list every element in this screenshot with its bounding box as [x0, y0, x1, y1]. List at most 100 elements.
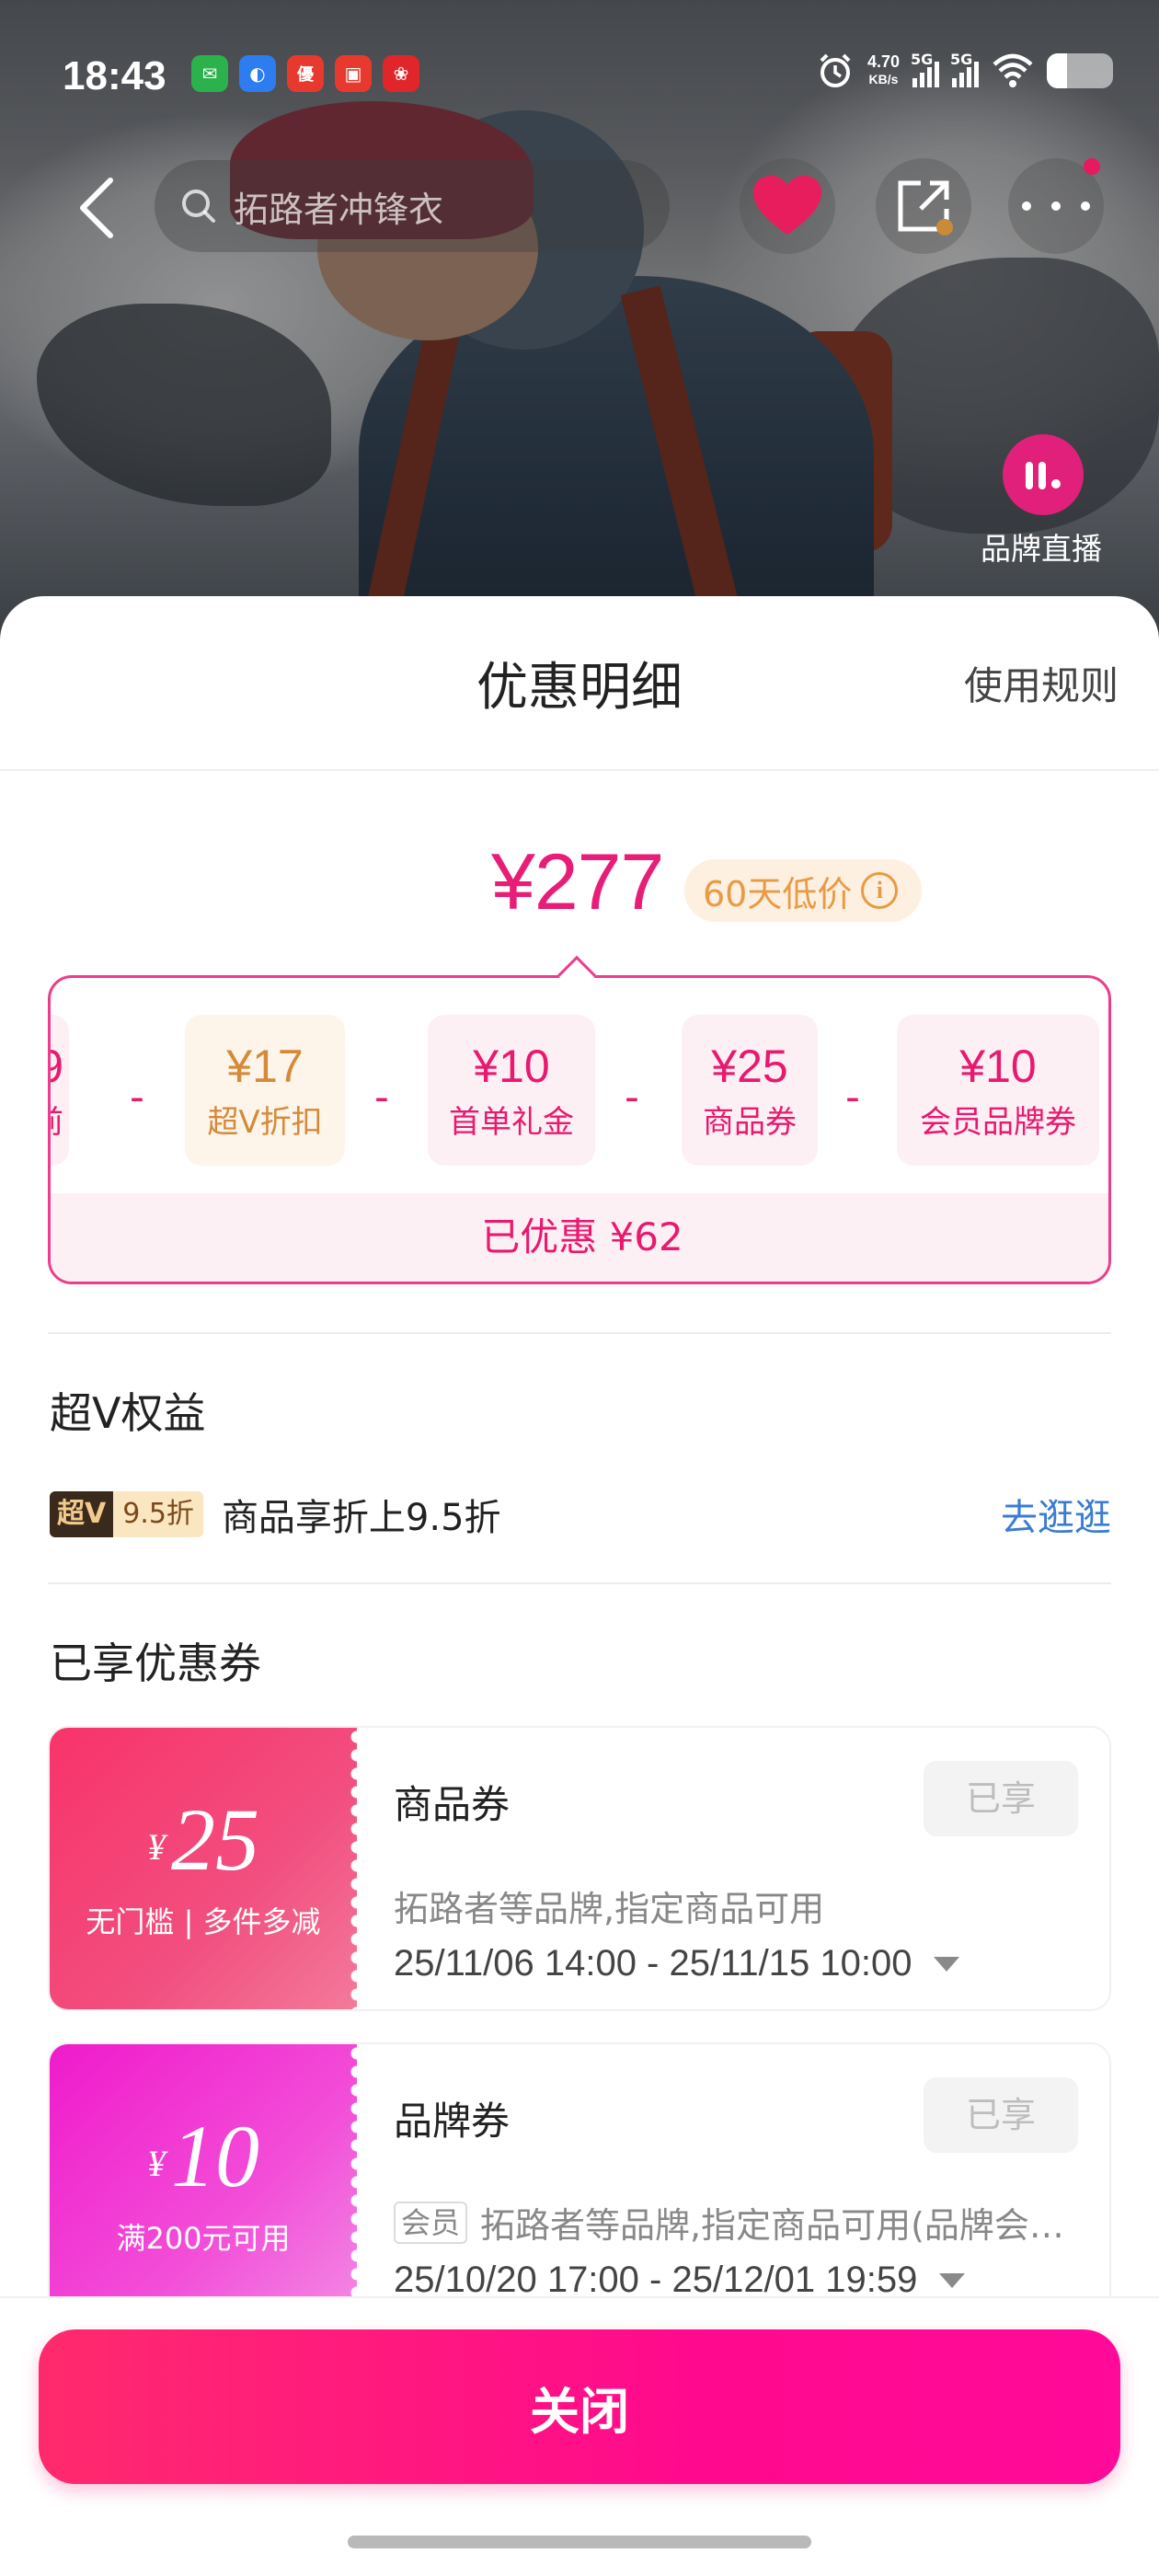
breakdown-chip-member-coupon: ¥10 会员品牌券 [897, 1015, 1099, 1166]
svip-benefit-row: 超V 9.5折 商品享折上9.5折 去逛逛 [50, 1487, 1111, 1542]
sim2-label: 5G [950, 51, 973, 68]
status-time: 18:43 [63, 53, 166, 98]
chip-value: 9 [51, 1040, 63, 1093]
coupon-card[interactable]: ¥25 无门槛 | 多件多减 商品券 已享 拓路者等品牌,指定商品可用 25/1… [48, 1726, 1111, 2011]
coupon-amount: ¥25 [147, 1796, 259, 1884]
red-app-icon-1: 優 [287, 55, 324, 92]
minus-sign: - [625, 1074, 639, 1121]
system-status-icons: 4.70 KB/s 5G 5G [816, 51, 1113, 90]
blue-app-icon: ◐ [239, 55, 276, 92]
total-saved: 已优惠 ¥62 [51, 1193, 1108, 1282]
wifi-icon [993, 53, 1033, 87]
coupon-description-text: 拓路者等品牌,指定商品可用 [394, 1889, 825, 1929]
signal-icon-sim1: 5G [911, 51, 939, 87]
info-icon: i [861, 872, 899, 909]
divider [0, 769, 1159, 771]
chip-value: ¥17 [226, 1040, 304, 1092]
coupon-perforation [348, 1728, 366, 2009]
coupon-currency: ¥ [147, 2143, 166, 2184]
svip-tag-label: 超V [50, 1491, 114, 1537]
search-icon [182, 190, 215, 223]
minus-sign: - [845, 1074, 860, 1121]
notification-dot [1084, 158, 1100, 175]
coupon-currency: ¥ [147, 1826, 166, 1868]
coupon-status-button[interactable]: 已享 [924, 2077, 1078, 2153]
network-speed-value: 4.70 [866, 52, 900, 71]
red-app-icon-3: ❀ [383, 55, 419, 92]
network-speed: 4.70 KB/s [867, 53, 900, 88]
chip-label: 超V折扣 [207, 1103, 323, 1141]
divider [48, 1582, 1111, 1584]
breakdown-chip-first-order: ¥10 首单礼金 [428, 1015, 595, 1166]
wechat-app-icon: ✉ [191, 55, 228, 92]
network-speed-unit: KB/s [868, 72, 899, 86]
breakdown-chips[interactable]: 9 前 - ¥17 超V折扣 - ¥10 首单礼金 - ¥25 商品券 - ¥1… [51, 1015, 1108, 1167]
chip-value: ¥10 [959, 1040, 1037, 1092]
member-tag: 会员 [394, 2201, 468, 2244]
coupon-condition: 无门槛 | 多件多减 [86, 1904, 321, 1939]
coupon-description: 拓路者等品牌,指定商品可用 [394, 1880, 824, 1931]
brand-live-button[interactable] [1003, 434, 1084, 515]
coupon-validity[interactable]: 25/10/20 17:00 - 25/12/01 19:59 [394, 2260, 966, 2301]
share-button[interactable] [876, 158, 971, 254]
low-price-badge[interactable]: 60天低价 i [684, 859, 923, 922]
coupon-card[interactable]: ¥10 满200元可用 品牌券 已享 会员 拓路者等品牌,指定商品可用(品牌会…… [48, 2042, 1111, 2328]
coupon-validity[interactable]: 25/11/06 14:00 - 25/11/15 10:00 [394, 1943, 960, 1984]
close-button[interactable]: 关闭 [39, 2329, 1120, 2484]
coupon-condition: 满200元可用 [116, 2221, 291, 2256]
browse-link[interactable]: 去逛逛 [1001, 1488, 1111, 1541]
minus-sign: - [130, 1074, 144, 1121]
svip-benefit-text: 商品享折上9.5折 [221, 1497, 501, 1539]
chip-value: ¥25 [711, 1040, 788, 1092]
battery-fill [1047, 53, 1067, 88]
share-icon [898, 180, 953, 236]
final-price: ¥277 [491, 838, 664, 926]
battery-icon [1047, 53, 1113, 88]
red-app-icon-2: ▣ [335, 55, 372, 92]
coupon-amount-panel: ¥10 满200元可用 [50, 2044, 366, 2326]
coupons-section-title: 已享优惠券 [50, 1639, 261, 1688]
chip-value: ¥10 [473, 1040, 550, 1092]
back-arrow-icon[interactable] [74, 175, 120, 241]
svip-section-title: 超V权益 [50, 1388, 206, 1438]
signal-icon-sim2: 5G [950, 51, 979, 87]
coupon-name: 品牌券 [394, 2099, 511, 2144]
alarm-icon [820, 53, 851, 87]
coupon-amount: ¥10 [147, 2112, 259, 2201]
usage-rules-link[interactable]: 使用规则 [964, 655, 1119, 711]
breakdown-chip-partial: 9 前 [51, 1015, 69, 1166]
divider [48, 1332, 1111, 1334]
coupon-amount-panel: ¥25 无门槛 | 多件多减 [50, 1728, 366, 2009]
coupon-name: 商品券 [394, 1782, 511, 1827]
coupon-amount-value: 10 [171, 2107, 259, 2205]
live-bars-icon [1026, 462, 1061, 489]
breakdown-chip-product-coupon: ¥25 商品券 [682, 1015, 818, 1166]
favorite-button[interactable] [740, 158, 835, 254]
home-indicator[interactable] [348, 2536, 811, 2548]
expand-arrow-icon [934, 1956, 960, 1972]
more-dots-icon [1022, 201, 1090, 211]
low-price-badge-label: 60天低价 [703, 873, 853, 914]
coupon-date-range: 25/10/20 17:00 - 25/12/01 19:59 [394, 2260, 918, 2300]
coupon-status-button[interactable]: 已享 [924, 1761, 1078, 1836]
status-bar: 18:43 ✉ ◐ 優 ▣ ❀ 4.70 KB/s 5G 5G [0, 0, 1159, 152]
coupon-description: 会员 拓路者等品牌,指定商品可用(品牌会… [394, 2197, 1064, 2248]
coupon-perforation [348, 2044, 366, 2326]
breakdown-chip-svip: ¥17 超V折扣 [185, 1015, 345, 1166]
coupon-description-text: 拓路者等品牌,指定商品可用(品牌会… [480, 2205, 1064, 2246]
chip-label: 会员品牌券 [920, 1103, 1076, 1141]
discount-details-sheet: 优惠明细 使用规则 ¥277 60天低价 i 9 前 - ¥17 超V折扣 - … [0, 596, 1159, 2576]
bottom-action-bar: 关闭 [0, 2296, 1159, 2576]
svip-tag-discount: 9.5折 [113, 1491, 203, 1537]
search-bar[interactable]: 拓路者冲锋衣 [155, 160, 670, 252]
notification-app-icons: ✉ ◐ 優 ▣ ❀ [191, 55, 419, 92]
search-placeholder: 拓路者冲锋衣 [234, 189, 444, 230]
svip-tag: 超V 9.5折 [50, 1491, 203, 1537]
coupon-date-range: 25/11/06 14:00 - 25/11/15 10:00 [394, 1943, 912, 1984]
sim1-label: 5G [911, 51, 934, 68]
minus-sign: - [374, 1074, 389, 1121]
chip-label: 商品券 [703, 1103, 797, 1141]
discount-breakdown: 9 前 - ¥17 超V折扣 - ¥10 首单礼金 - ¥25 商品券 - ¥1… [48, 975, 1111, 1284]
chip-label: 前 [51, 1097, 63, 1142]
chip-label: 首单礼金 [449, 1103, 574, 1141]
